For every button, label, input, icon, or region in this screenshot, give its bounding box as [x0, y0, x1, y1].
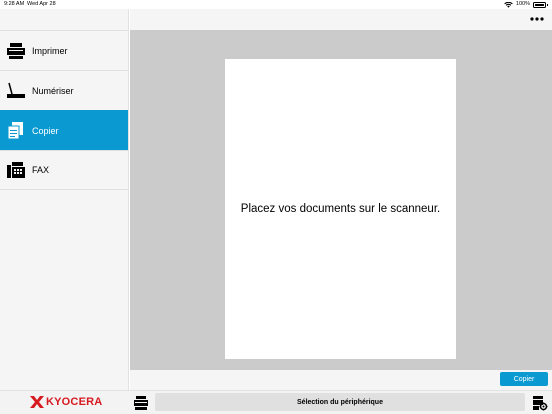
battery-icon — [533, 1, 548, 8]
top-bar — [130, 9, 552, 30]
status-indicators: 100% — [504, 0, 548, 9]
sidebar-item-label: Copier — [32, 125, 59, 136]
sidebar-item-label: FAX — [32, 165, 50, 175]
sidebar-item-copy[interactable]: Copier — [0, 110, 128, 150]
sidebar: Imprimer Numériser Copier FAX — [0, 9, 129, 390]
bottom-bar: KYOCERA Sélection du périphérique — [0, 390, 552, 414]
brand-name: KYOCERA — [46, 396, 103, 408]
sidebar-header — [0, 9, 128, 30]
kyocera-logo: KYOCERA — [30, 396, 102, 408]
sidebar-item-fax[interactable]: FAX — [0, 150, 128, 190]
status-time: 9:28 AM — [4, 1, 25, 7]
copy-button[interactable]: Copier — [500, 372, 548, 386]
fax-icon — [7, 162, 25, 178]
copy-icon — [7, 121, 23, 139]
sidebar-item-label: Numériser — [32, 85, 74, 96]
printer-icon — [7, 42, 25, 59]
scanner-icon — [7, 82, 25, 98]
battery-percent: 100% — [515, 1, 530, 7]
device-printer-icon — [134, 396, 148, 410]
action-bar: Copier — [130, 370, 552, 390]
wifi-icon — [504, 1, 513, 8]
device-settings-icon[interactable] — [532, 395, 548, 411]
more-options-icon[interactable] — [530, 15, 544, 23]
status-date: Wed Apr 28 — [27, 1, 56, 7]
device-select-button[interactable]: Sélection du périphérique — [155, 393, 525, 411]
document-preview: Placez vos documents sur le scanneur. — [225, 59, 456, 359]
main-preview-area: Placez vos documents sur le scanneur. — [130, 30, 552, 370]
sidebar-item-label: Imprimer — [32, 45, 68, 56]
placement-instruction: Placez vos documents sur le scanneur. — [240, 203, 441, 215]
kyocera-logo-icon — [30, 396, 44, 408]
sidebar-item-scan[interactable]: Numériser — [0, 70, 128, 110]
sidebar-item-print[interactable]: Imprimer — [0, 30, 128, 70]
status-bar: 9:28 AM Wed Apr 28 100% — [0, 0, 552, 9]
